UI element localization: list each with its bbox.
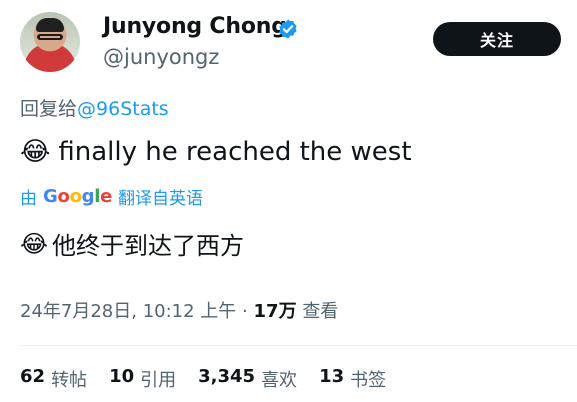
reply-to-line: 回复给@96Stats bbox=[20, 94, 169, 121]
stat-label: 转帖 bbox=[51, 370, 88, 391]
reply-prefix: 回复给 bbox=[20, 98, 78, 120]
tweet-body: finally he reached the west bbox=[58, 137, 412, 167]
author-display-name[interactable]: Junyong Chong bbox=[103, 14, 287, 39]
translation-attribution[interactable]: 由 Google 翻译自英语 bbox=[20, 184, 203, 209]
stat-label: 引用 bbox=[140, 370, 177, 391]
tweet-meta: 24年7月28日, 10:12 上午 · 17万 查看 bbox=[20, 297, 338, 323]
verified-badge-icon bbox=[279, 19, 297, 39]
engagement-stats: 62 转帖 10 引用 3,345 喜欢 13 书签 bbox=[20, 366, 386, 392]
meta-separator: · bbox=[242, 301, 248, 322]
stat-count: 62 bbox=[20, 366, 46, 387]
stat-count: 3,345 bbox=[198, 366, 256, 387]
reply-mention-link[interactable]: @96Stats bbox=[77, 98, 169, 120]
follow-button[interactable]: 关注 bbox=[433, 22, 561, 56]
tears-of-joy-emoji: 😂 bbox=[20, 229, 49, 258]
translation-suffix: 翻译自英语 bbox=[118, 189, 204, 209]
views-label: 查看 bbox=[302, 301, 339, 322]
avatar-hair bbox=[36, 18, 64, 32]
translated-text: 😂 他终于到达了西方 bbox=[20, 226, 244, 261]
avatar[interactable] bbox=[20, 12, 80, 72]
google-logo: Google bbox=[43, 186, 113, 207]
avatar-glasses bbox=[37, 34, 63, 40]
translation-prefix: 由 bbox=[20, 189, 37, 209]
timestamp-link[interactable]: 24年7月28日, 10:12 上午 bbox=[20, 301, 236, 322]
stat-reposts[interactable]: 62 转帖 bbox=[20, 366, 87, 392]
stat-bookmarks[interactable]: 13 书签 bbox=[319, 366, 386, 392]
author-handle[interactable]: @junyongz bbox=[103, 45, 219, 69]
stat-likes[interactable]: 3,345 喜欢 bbox=[198, 366, 297, 392]
stat-quotes[interactable]: 10 引用 bbox=[109, 366, 176, 392]
tweet-text: 😂 finally he reached the west bbox=[20, 137, 412, 167]
translated-body: 他终于到达了西方 bbox=[52, 232, 245, 260]
divider bbox=[20, 345, 577, 346]
stat-label: 喜欢 bbox=[261, 370, 298, 391]
stat-count: 13 bbox=[319, 366, 345, 387]
stat-count: 10 bbox=[109, 366, 135, 387]
stat-label: 书签 bbox=[350, 370, 387, 391]
tears-of-joy-emoji: 😂 bbox=[20, 137, 51, 167]
views-count: 17万 bbox=[253, 301, 297, 322]
